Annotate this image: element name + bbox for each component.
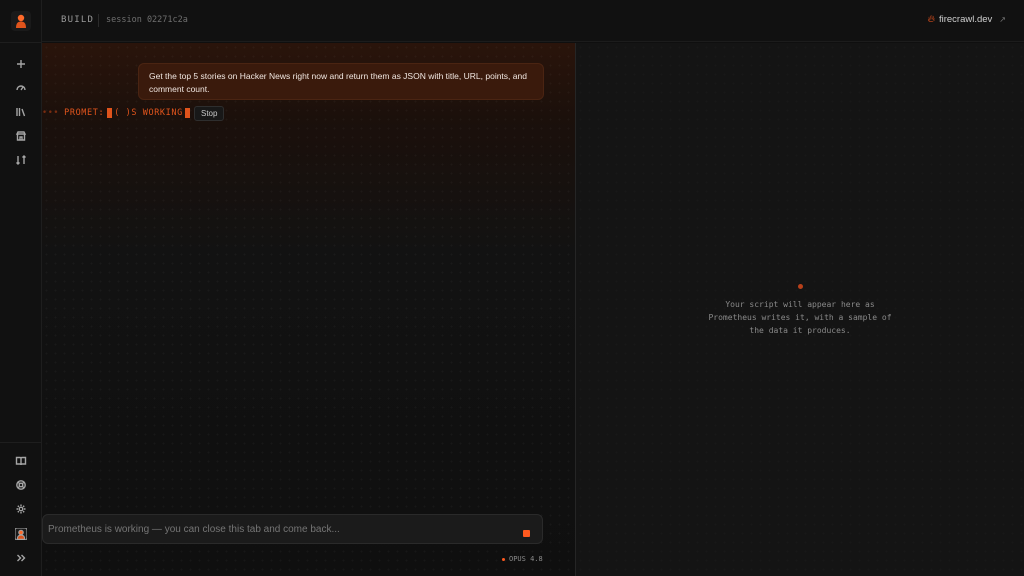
gear-icon xyxy=(16,504,26,514)
status-dots: ••• xyxy=(42,108,60,118)
docs-button[interactable] xyxy=(11,451,31,471)
user-avatar[interactable] xyxy=(11,524,31,544)
prometheus-logo-icon xyxy=(16,14,26,28)
composer xyxy=(42,514,543,544)
library-button[interactable] xyxy=(11,102,31,122)
stop-button[interactable]: Stop xyxy=(194,106,225,121)
model-status-dot xyxy=(502,557,505,561)
library-icon xyxy=(16,108,26,117)
empty-state-message: Your script will appear here as Promethe… xyxy=(708,300,892,335)
expand-sidebar-button[interactable] xyxy=(11,548,31,568)
firecrawl-link-label: firecrawl.dev xyxy=(938,14,993,25)
header-divider xyxy=(98,14,99,27)
left-rail xyxy=(0,0,42,576)
book-icon xyxy=(15,456,27,466)
top-header: BUILD session 02271c2a 🔥︎ firecrawl.dev … xyxy=(42,0,1024,42)
stop-generation-icon[interactable] xyxy=(523,530,530,537)
help-button[interactable] xyxy=(11,475,31,495)
working-status: ••• PROMET: ( )S WORKING xyxy=(42,108,190,118)
typing-cursor xyxy=(184,108,190,118)
external-link-icon: ↗ xyxy=(999,15,1006,24)
model-badge[interactable]: OPUS 4.8 xyxy=(502,555,543,563)
session-id: session 02271c2a xyxy=(106,15,188,25)
status-text: PROMET: xyxy=(64,108,105,118)
settings-button[interactable] xyxy=(11,499,31,519)
model-label: OPUS 4.8 xyxy=(509,555,543,563)
dot-grid-background xyxy=(42,43,575,576)
firecrawl-link[interactable]: 🔥︎ firecrawl.dev ↗ xyxy=(928,14,1006,25)
store-button[interactable] xyxy=(11,126,31,146)
store-icon xyxy=(15,131,27,141)
app-logo[interactable] xyxy=(11,11,31,31)
chevrons-right-icon xyxy=(17,554,26,562)
empty-state-dot xyxy=(798,284,803,289)
script-preview-pane: Your script will appear here as Promethe… xyxy=(576,43,1024,576)
rail-divider xyxy=(0,42,42,43)
chat-pane: Get the top 5 stories on Hacker News rig… xyxy=(42,43,575,576)
mode-label: BUILD xyxy=(61,15,95,25)
lifebuoy-icon xyxy=(16,480,26,490)
new-session-button[interactable] xyxy=(11,54,31,74)
user-message-bubble: Get the top 5 stories on Hacker News rig… xyxy=(138,63,544,100)
rail-divider xyxy=(0,442,42,443)
dashboard-button[interactable] xyxy=(11,78,31,98)
composer-input[interactable] xyxy=(48,524,508,535)
status-cursor xyxy=(107,108,113,118)
avatar-icon xyxy=(15,528,27,540)
plus-icon xyxy=(17,60,25,68)
gauge-icon xyxy=(16,85,26,91)
swap-icon xyxy=(16,155,26,165)
status-text-2: ( )S WORKING xyxy=(114,108,183,118)
swap-button[interactable] xyxy=(11,150,31,170)
flame-icon: 🔥︎ xyxy=(927,14,935,25)
